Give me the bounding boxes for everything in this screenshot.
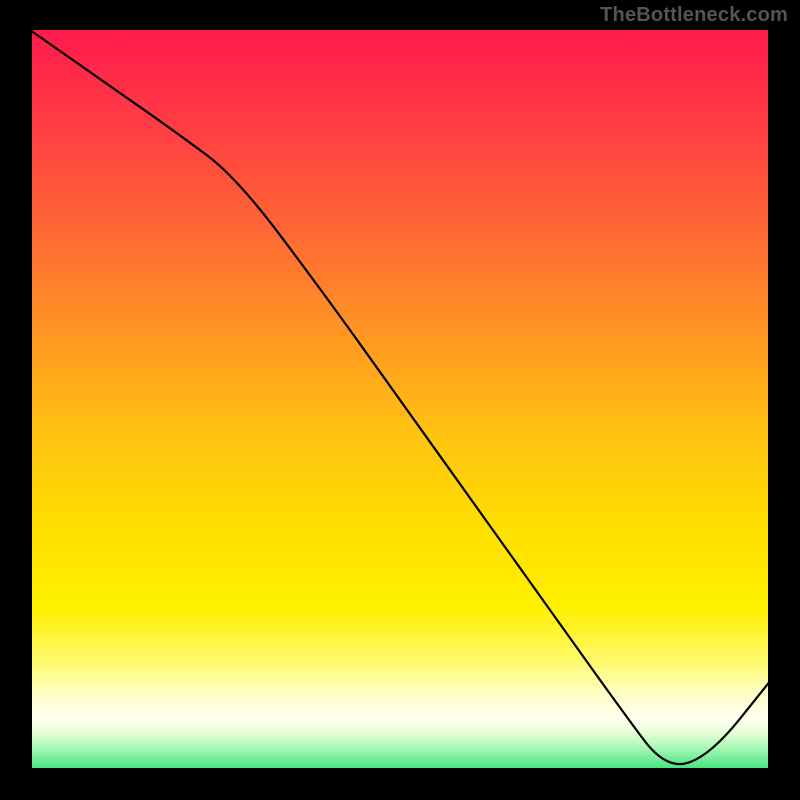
- gradient-background: [30, 30, 770, 770]
- watermark-text: TheBottleneck.com: [600, 4, 788, 27]
- plot-area: [30, 30, 770, 770]
- chart-frame: TheBottleneck.com: [0, 0, 800, 800]
